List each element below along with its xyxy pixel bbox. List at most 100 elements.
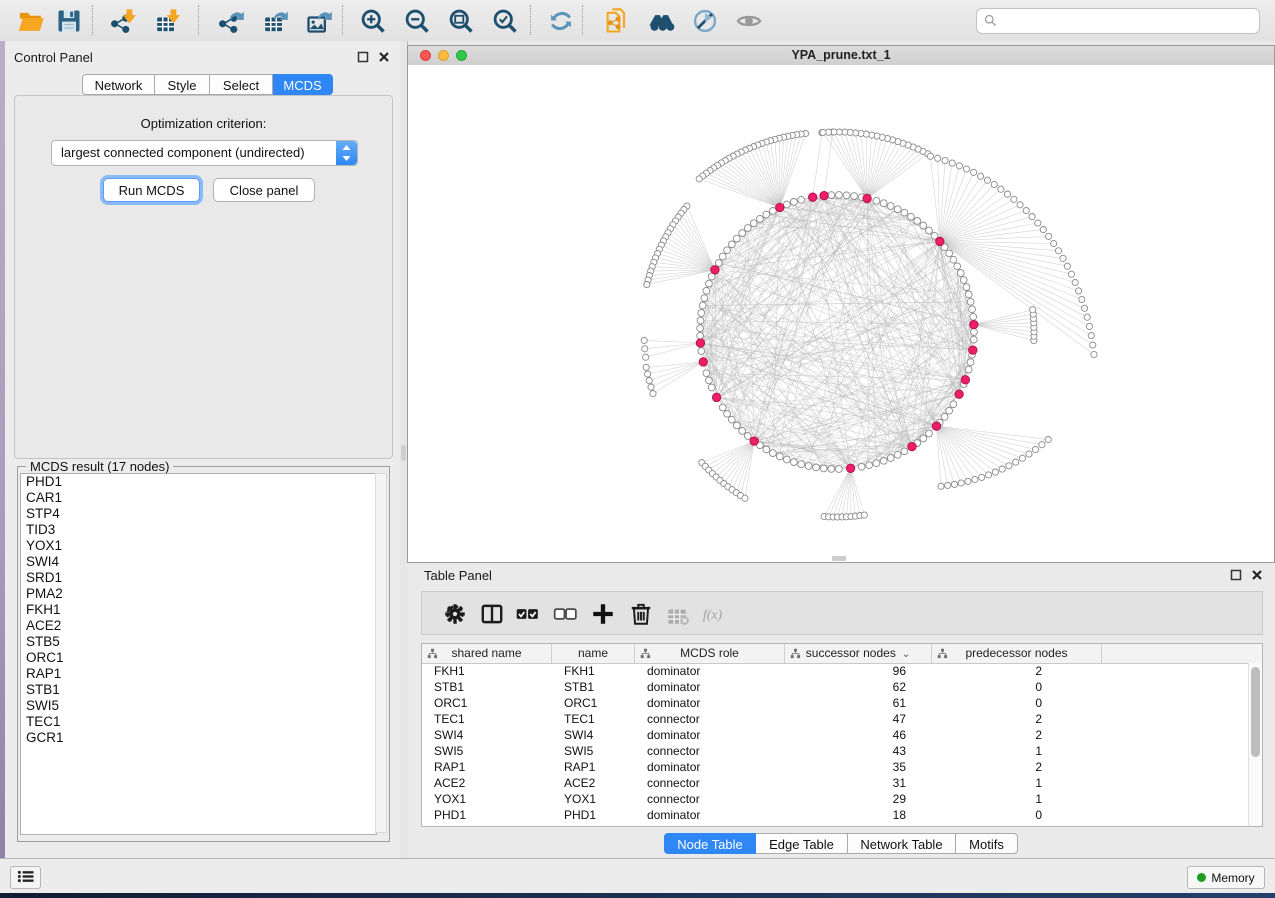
workspace: Control Panel NetworkStyleSelectMCDS Opt… — [0, 41, 1275, 858]
mcds-result-item[interactable]: FKH1 — [21, 602, 376, 618]
tab-edge-table[interactable]: Edge Table — [756, 833, 848, 854]
tab-motifs[interactable]: Motifs — [956, 833, 1018, 854]
column-header-name[interactable]: name — [552, 644, 635, 663]
search-input[interactable] — [1001, 10, 1255, 32]
flag-icon — [690, 7, 720, 35]
mcds-result-item[interactable]: SWI5 — [21, 698, 376, 714]
table-cell: 2 — [932, 727, 1102, 743]
mcds-result-item[interactable]: ACE2 — [21, 618, 376, 634]
memory-button[interactable]: Memory — [1187, 866, 1265, 889]
node-table: shared namenameMCDS rolesuccessor nodes⌄… — [421, 643, 1263, 827]
tab-mcds[interactable]: MCDS — [273, 74, 333, 95]
network-doc-button[interactable] — [600, 4, 634, 37]
column-header-MCDS-role[interactable]: MCDS role — [635, 644, 785, 663]
export-network-button[interactable] — [214, 4, 248, 37]
table-cell: 43 — [785, 743, 932, 759]
binoculars-button[interactable] — [644, 4, 678, 37]
export-image-button[interactable] — [302, 4, 336, 37]
table-row[interactable]: FKH1FKH1dominator962 — [422, 663, 1248, 679]
column-header-predecessor-nodes[interactable]: predecessor nodes — [932, 644, 1102, 663]
refresh-button[interactable] — [544, 4, 578, 37]
tab-network-table[interactable]: Network Table — [848, 833, 956, 854]
tab-select[interactable]: Select — [210, 74, 273, 95]
export-table-button[interactable] — [258, 4, 292, 37]
zoom-fit-button[interactable] — [444, 4, 478, 37]
table-cell: dominator — [635, 727, 785, 743]
network-graph[interactable] — [408, 65, 1274, 562]
zoom-selected-button[interactable] — [488, 4, 522, 37]
open-folder-button[interactable] — [14, 4, 48, 37]
table-cell: 46 — [785, 727, 932, 743]
table-row[interactable]: RAP1RAP1dominator352 — [422, 759, 1248, 775]
mcds-result-item[interactable]: STB5 — [21, 634, 376, 650]
mcds-result-item[interactable]: STP4 — [21, 506, 376, 522]
table-x-button — [662, 599, 692, 629]
status-bar: Memory — [0, 858, 1275, 893]
table-scroll-thumb[interactable] — [1251, 667, 1260, 757]
column-header-shared-name[interactable]: shared name — [422, 644, 552, 663]
split-panel-button[interactable] — [477, 599, 507, 629]
plus-button[interactable] — [588, 599, 618, 629]
gear-button[interactable] — [440, 599, 470, 629]
save-icon — [54, 7, 84, 35]
network-window-titlebar[interactable]: YPA_prune.txt_1 — [408, 46, 1274, 66]
column-label: successor nodes — [806, 646, 896, 660]
zoom-out-icon — [402, 7, 432, 35]
mcds-result-item[interactable]: ORC1 — [21, 650, 376, 666]
column-header-successor-nodes[interactable]: successor nodes⌄ — [785, 644, 932, 663]
tab-style[interactable]: Style — [155, 74, 210, 95]
flag-button[interactable] — [688, 4, 722, 37]
table-row[interactable]: TEC1TEC1connector472 — [422, 711, 1248, 727]
mcds-result-scrollbar[interactable] — [375, 473, 387, 833]
table-row[interactable]: ACE2ACE2connector311 — [422, 775, 1248, 791]
table-row[interactable]: ORC1ORC1dominator610 — [422, 695, 1248, 711]
network-hscroll-thumb[interactable] — [832, 556, 846, 561]
mcds-result-item[interactable]: GCR1 — [21, 730, 376, 746]
network-canvas[interactable] — [408, 65, 1274, 562]
eye-button[interactable] — [732, 4, 766, 37]
check-on-button[interactable] — [512, 599, 542, 629]
list-icon — [16, 869, 36, 884]
mcds-result-item[interactable]: STB1 — [21, 682, 376, 698]
mcds-result-item[interactable]: TID3 — [21, 522, 376, 538]
table-cell: 1 — [932, 791, 1102, 807]
close-window-icon[interactable] — [378, 50, 390, 62]
table-row[interactable]: SWI5SWI5connector431 — [422, 743, 1248, 759]
zoom-in-button[interactable] — [356, 4, 390, 37]
mcds-result-item[interactable]: SRD1 — [21, 570, 376, 586]
table-scrollbar[interactable] — [1248, 663, 1262, 827]
table-panel-title: Table Panel — [424, 568, 492, 583]
close-panel-button[interactable]: Close panel — [213, 178, 315, 202]
check-off-button[interactable] — [550, 599, 580, 629]
import-table-button[interactable] — [150, 4, 184, 37]
table-cell: SWI5 — [422, 743, 552, 759]
mcds-result-item[interactable]: YOX1 — [21, 538, 376, 554]
table-row[interactable]: PHD1PHD1dominator180 — [422, 807, 1248, 823]
float-window-icon[interactable] — [1230, 568, 1242, 580]
mcds-result-item[interactable]: RAP1 — [21, 666, 376, 682]
tab-node-table[interactable]: Node Table — [664, 833, 756, 854]
mcds-result-item[interactable]: PHD1 — [21, 474, 376, 490]
table-row[interactable]: SWI4SWI4dominator462 — [422, 727, 1248, 743]
mcds-result-item[interactable]: TEC1 — [21, 714, 376, 730]
table-cell: FKH1 — [552, 663, 635, 679]
float-window-icon[interactable] — [357, 50, 369, 62]
export-table-icon — [260, 7, 290, 35]
mcds-result-item[interactable]: PMA2 — [21, 586, 376, 602]
divider-scroll-thumb[interactable] — [401, 445, 406, 461]
log-console-button[interactable] — [10, 866, 41, 889]
memory-status-icon — [1197, 873, 1206, 882]
table-row[interactable]: STB1STB1dominator620 — [422, 679, 1248, 695]
mcds-result-item[interactable]: SWI4 — [21, 554, 376, 570]
trash-button[interactable] — [626, 599, 656, 629]
save-button[interactable] — [52, 4, 86, 37]
table-row[interactable]: YOX1YOX1connector291 — [422, 791, 1248, 807]
import-network-button[interactable] — [106, 4, 140, 37]
mcds-result-item[interactable]: CAR1 — [21, 490, 376, 506]
mcds-result-list[interactable]: PHD1CAR1STP4TID3YOX1SWI4SRD1PMA2FKH1ACE2… — [20, 473, 377, 835]
zoom-out-button[interactable] — [400, 4, 434, 37]
tab-network[interactable]: Network — [82, 74, 155, 95]
close-window-icon[interactable] — [1251, 568, 1263, 580]
run-mcds-button[interactable]: Run MCDS — [103, 178, 200, 202]
optimization-criterion-select[interactable]: largest connected component (undirected) — [51, 140, 358, 166]
